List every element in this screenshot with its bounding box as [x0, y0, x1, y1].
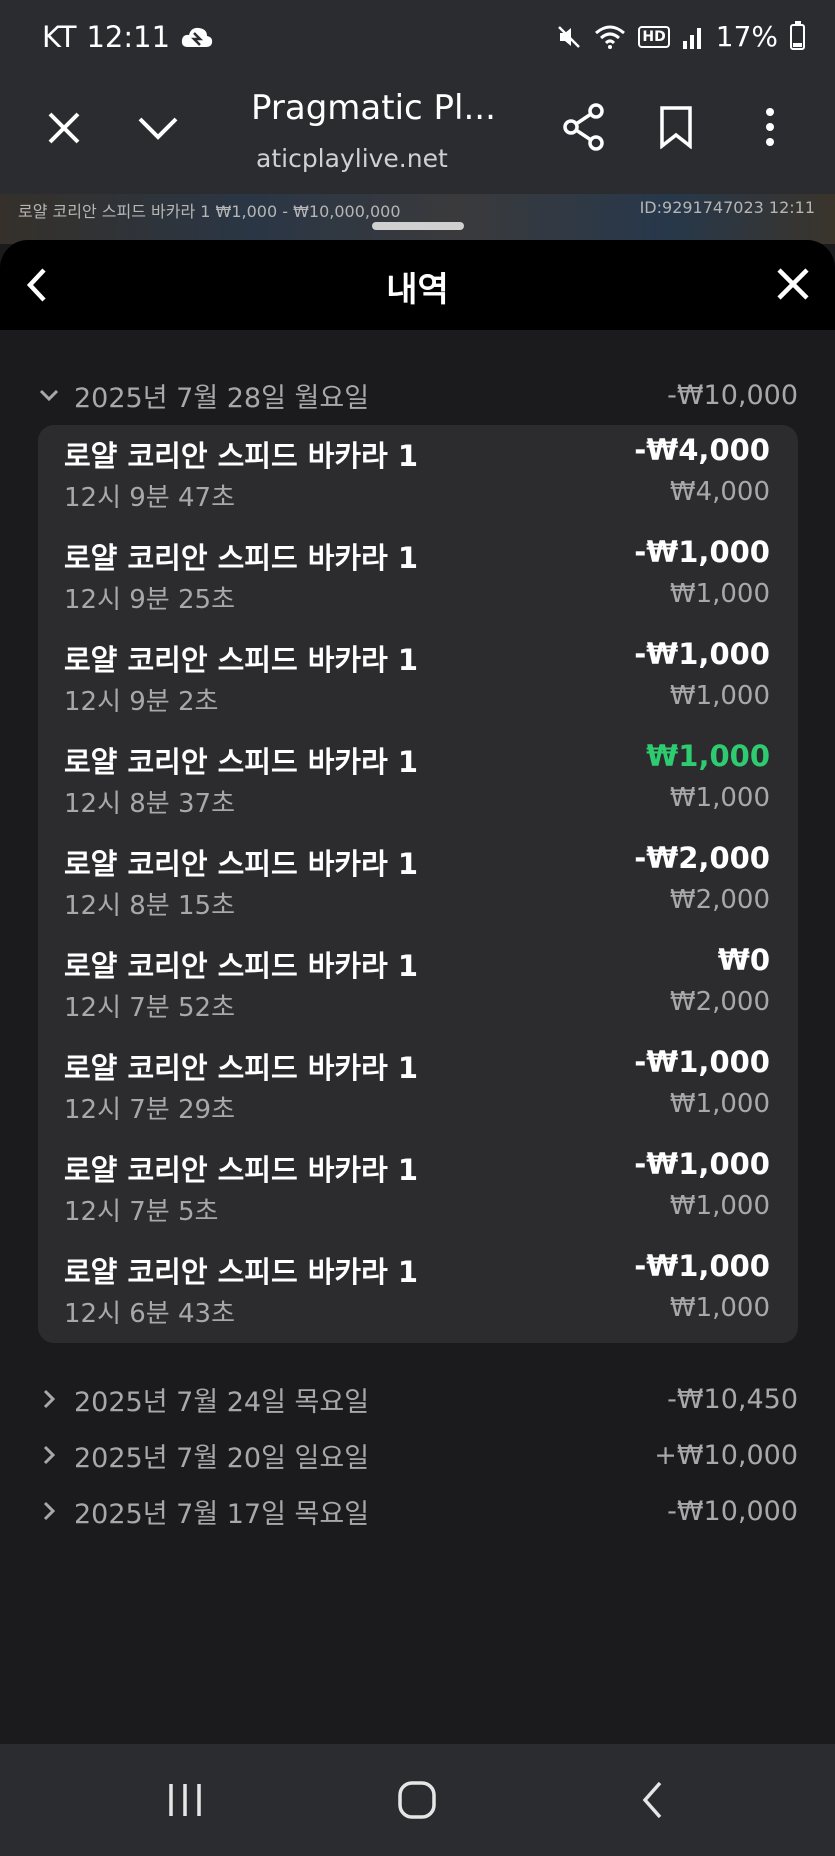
game-name: 로얄 코리안 스피드 바카라 1 — [64, 541, 419, 575]
entry-time: 12시 9분 25초 — [64, 585, 235, 615]
history-entry[interactable]: 로얄 코리안 스피드 바카라 1 12시 9분 47초 -₩4,000 ₩4,0… — [38, 425, 798, 527]
battery-percent: 17% — [715, 20, 778, 53]
chevron-right-icon — [43, 1445, 56, 1465]
hd-icon: HD — [638, 25, 670, 48]
day-label: 2025년 7월 20일 일요일 — [74, 1442, 370, 1474]
entry-bet: ₩2,000 — [669, 885, 770, 915]
status-bar: KT 12:11 HD 17% — [0, 0, 835, 78]
recents-icon[interactable] — [160, 1774, 210, 1826]
game-info-text: 로얄 코리안 스피드 바카라 1 ₩1,000 - ₩10,000,000 — [18, 202, 401, 221]
signal-icon — [682, 27, 701, 49]
entry-result: -₩1,000 — [634, 535, 770, 569]
entry-result: ₩0 — [717, 943, 770, 977]
entry-time: 12시 9분 2초 — [64, 687, 219, 717]
day-total: +₩10,000 — [654, 1439, 798, 1471]
close-icon[interactable] — [773, 264, 813, 304]
day-label: 2025년 7월 24일 목요일 — [74, 1386, 370, 1418]
game-name: 로얄 코리안 스피드 바카라 1 — [64, 1255, 419, 1289]
back-nav-icon[interactable] — [628, 1774, 678, 1826]
entry-time: 12시 9분 47초 — [64, 483, 235, 513]
entry-time: 12시 8분 37초 — [64, 789, 235, 819]
day-total: -₩10,450 — [667, 1383, 798, 1415]
entry-bet: ₩1,000 — [669, 681, 770, 711]
game-name: 로얄 코리안 스피드 바카라 1 — [64, 949, 419, 983]
status-left: KT 12:11 — [42, 20, 214, 54]
clock: 12:11 — [86, 20, 171, 54]
carrier-label: KT — [42, 20, 77, 54]
chevron-right-icon — [43, 1501, 56, 1521]
entry-result: -₩1,000 — [634, 637, 770, 671]
day-group-header[interactable]: 2025년 7월 20일 일요일 +₩10,000 — [38, 1433, 798, 1477]
entry-result: -₩1,000 — [634, 1147, 770, 1181]
panel-title: 내역 — [386, 270, 449, 310]
day-label: 2025년 7월 17일 목요일 — [74, 1498, 370, 1530]
chevron-right-icon — [43, 1389, 56, 1409]
panel-header: 내역 — [0, 240, 835, 330]
mute-icon — [558, 25, 581, 48]
history-entry[interactable]: 로얄 코리안 스피드 바카라 1 12시 9분 25초 -₩1,000 ₩1,0… — [38, 527, 798, 629]
browser-toolbar: Pragmatic Pl... aticplaylive.net — [0, 78, 835, 194]
game-id-text: ID:9291747023 12:11 — [639, 198, 815, 217]
chevron-down-icon — [39, 389, 59, 402]
more-icon[interactable] — [756, 104, 784, 150]
history-entry[interactable]: 로얄 코리안 스피드 바카라 1 12시 8분 15초 -₩2,000 ₩2,0… — [38, 833, 798, 935]
day-group-header[interactable]: 2025년 7월 17일 목요일 -₩10,000 — [38, 1489, 798, 1533]
entry-time: 12시 8분 15초 — [64, 891, 235, 921]
day-label: 2025년 7월 28일 월요일 — [74, 382, 370, 414]
entry-time: 12시 7분 29초 — [64, 1095, 235, 1125]
battery-icon — [790, 20, 805, 50]
entry-bet: ₩1,000 — [669, 1089, 770, 1119]
day-group-header[interactable]: 2025년 7월 24일 목요일 -₩10,450 — [38, 1377, 798, 1421]
entry-bet: ₩2,000 — [669, 987, 770, 1017]
entry-result: -₩2,000 — [634, 841, 770, 875]
history-entry[interactable]: 로얄 코리안 스피드 바카라 1 12시 7분 5초 -₩1,000 ₩1,00… — [38, 1139, 798, 1241]
game-info-strip: 로얄 코리안 스피드 바카라 1 ₩1,000 - ₩10,000,000 ID… — [0, 194, 835, 244]
status-right: HD 17% — [556, 20, 805, 53]
wifi-icon — [595, 25, 626, 49]
close-icon[interactable] — [44, 108, 84, 148]
history-entry[interactable]: 로얄 코리안 스피드 바카라 1 12시 8분 37초 ₩1,000 ₩1,00… — [38, 731, 798, 833]
entry-time: 12시 7분 52초 — [64, 993, 235, 1023]
entry-bet: ₩4,000 — [669, 477, 770, 507]
history-entry[interactable]: 로얄 코리안 스피드 바카라 1 12시 6분 43초 -₩1,000 ₩1,0… — [38, 1241, 798, 1343]
entry-bet: ₩1,000 — [669, 783, 770, 813]
day-total: -₩10,000 — [667, 379, 798, 411]
entry-result: -₩1,000 — [634, 1045, 770, 1079]
entry-bet: ₩1,000 — [669, 579, 770, 609]
home-icon[interactable] — [392, 1774, 442, 1826]
game-name: 로얄 코리안 스피드 바카라 1 — [64, 847, 419, 881]
history-entry[interactable]: 로얄 코리안 스피드 바카라 1 12시 7분 52초 ₩0 ₩2,000 — [38, 935, 798, 1037]
bookmark-icon[interactable] — [656, 104, 696, 150]
cloud-icon — [181, 27, 213, 47]
share-icon[interactable] — [560, 102, 608, 152]
entry-time: 12시 6분 43초 — [64, 1299, 235, 1329]
entry-result: ₩1,000 — [646, 739, 770, 773]
history-entry[interactable]: 로얄 코리안 스피드 바카라 1 12시 9분 2초 -₩1,000 ₩1,00… — [38, 629, 798, 731]
entry-bet: ₩1,000 — [669, 1191, 770, 1221]
game-name: 로얄 코리안 스피드 바카라 1 — [64, 1153, 419, 1187]
page-url[interactable]: aticplaylive.net — [256, 144, 448, 173]
game-name: 로얄 코리안 스피드 바카라 1 — [64, 643, 419, 677]
day-group-header[interactable]: 2025년 7월 28일 월요일 -₩10,000 — [38, 373, 798, 417]
drag-handle[interactable] — [372, 222, 464, 230]
entry-result: -₩4,000 — [634, 433, 770, 467]
page-title[interactable]: Pragmatic Pl... — [251, 88, 496, 128]
entry-bet: ₩1,000 — [669, 1293, 770, 1323]
entry-result: -₩1,000 — [634, 1249, 770, 1283]
chevron-down-icon[interactable] — [136, 110, 180, 146]
system-nav-bar — [0, 1744, 835, 1856]
history-entry[interactable]: 로얄 코리안 스피드 바카라 1 12시 7분 29초 -₩1,000 ₩1,0… — [38, 1037, 798, 1139]
history-card: 로얄 코리안 스피드 바카라 1 12시 9분 47초 -₩4,000 ₩4,0… — [38, 425, 798, 1343]
day-total: -₩10,000 — [667, 1495, 798, 1527]
history-panel: 내역 2025년 7월 28일 월요일 -₩10,000 로얄 코리안 스피드 … — [0, 240, 835, 1744]
game-name: 로얄 코리안 스피드 바카라 1 — [64, 439, 419, 473]
game-name: 로얄 코리안 스피드 바카라 1 — [64, 1051, 419, 1085]
entry-time: 12시 7분 5초 — [64, 1197, 219, 1227]
game-name: 로얄 코리안 스피드 바카라 1 — [64, 745, 419, 779]
